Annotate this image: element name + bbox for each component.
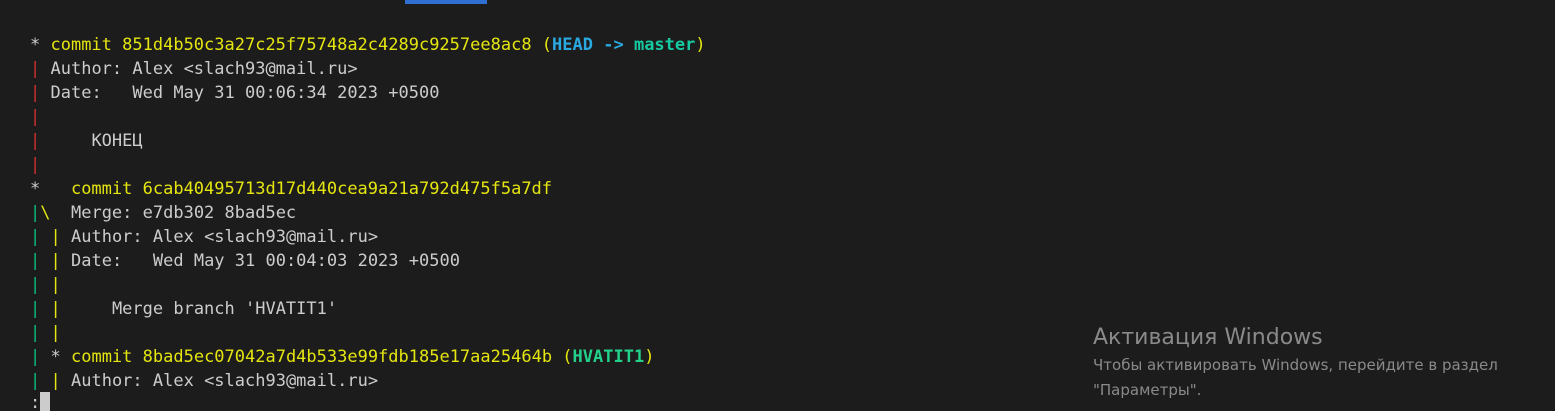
text-cursor xyxy=(40,392,51,411)
commit-label: commit xyxy=(50,35,112,55)
commit-message: КОНЕЦ xyxy=(91,131,143,151)
merge-value: e7db302 8bad5ec xyxy=(142,203,297,223)
author-line: | | Author: Alex <slach93@mail.ru> xyxy=(30,225,378,249)
author-line: | Author: Alex <slach93@mail.ru> xyxy=(30,57,358,81)
graph-line: | | xyxy=(30,321,61,345)
merge-line: |\ Merge: e7db302 8bad5ec xyxy=(30,201,296,225)
graph-edge: | xyxy=(30,371,41,391)
date-label: Date: xyxy=(71,251,153,271)
graph-edge: | xyxy=(30,83,41,103)
graph-edge: | xyxy=(30,131,41,151)
commit-header-line: * commit 6cab40495713d17d440cea9a21a792d… xyxy=(30,177,552,201)
date-line: | | Date: Wed May 31 00:04:03 2023 +0500 xyxy=(30,249,460,273)
head-ref: HEAD -> xyxy=(552,35,624,55)
prompt-colon: : xyxy=(30,393,41,411)
active-tab-indicator xyxy=(405,0,487,4)
date-value: Wed May 31 00:06:34 2023 +0500 xyxy=(132,83,440,103)
graph-node: * xyxy=(30,35,51,55)
graph-line: | xyxy=(30,153,40,177)
graph-edge: | xyxy=(50,371,61,391)
graph-edge: \ xyxy=(40,203,51,223)
author-value: Alex <slach93@mail.ru> xyxy=(152,371,379,391)
graph-edge: | xyxy=(30,227,41,247)
graph-edge: | xyxy=(30,107,41,127)
commit-header-line: * commit 851d4b50c3a27c25f75748a2c4289c9… xyxy=(30,35,706,55)
commit-message: Merge branch 'HVATIT1' xyxy=(111,299,338,319)
author-label: Author: xyxy=(71,371,153,391)
author-value: Alex <slach93@mail.ru> xyxy=(132,59,358,79)
author-value: Alex <slach93@mail.ru> xyxy=(152,227,379,247)
terminal-window[interactable]: * commit 851d4b50c3a27c25f75748a2c4289c9… xyxy=(0,0,1555,411)
graph-edge: | xyxy=(30,299,41,319)
commit-label: commit xyxy=(70,347,133,367)
message-line: | КОНЕЦ xyxy=(30,129,143,153)
graph-edge: | xyxy=(30,275,41,295)
watermark-title: Активация Windows xyxy=(1093,325,1323,350)
graph-edge: | xyxy=(30,59,41,79)
graph-edge: | xyxy=(50,323,61,343)
pager-prompt[interactable]: : xyxy=(30,391,51,411)
graph-node: * xyxy=(30,179,71,199)
date-line: | Date: Wed May 31 00:06:34 2023 +0500 xyxy=(30,81,439,105)
message-line: | | Merge branch 'HVATIT1' xyxy=(30,297,337,321)
graph-edge: | xyxy=(50,227,61,247)
graph-edge: | xyxy=(30,323,41,343)
merge-label: Merge: xyxy=(70,203,143,223)
graph-edge: | xyxy=(50,299,61,319)
date-value: Wed May 31 00:04:03 2023 +0500 xyxy=(152,251,460,271)
graph-edge: | xyxy=(30,203,41,223)
graph-line: | | xyxy=(30,273,61,297)
graph-edge: | xyxy=(30,155,41,175)
commit-hash[interactable]: 6cab40495713d17d440cea9a21a792d475f5a7df xyxy=(143,179,552,199)
graph-node: * xyxy=(50,347,71,367)
commit-hash[interactable]: 851d4b50c3a27c25f75748a2c4289c9257ee8ac8 xyxy=(122,35,531,55)
commit-header-line: | * commit 8bad5ec07042a7d4b533e99fdb185… xyxy=(30,347,655,367)
graph-line: | xyxy=(30,105,40,129)
watermark-line-1: Чтобы активировать Windows, перейдите в … xyxy=(1093,356,1498,374)
graph-edge: | xyxy=(50,251,61,271)
graph-edge: | xyxy=(30,347,41,367)
graph-edge: | xyxy=(30,251,41,271)
branch-ref: HVATIT1 xyxy=(572,347,645,367)
author-line: | | Author: Alex <slach93@mail.ru> xyxy=(30,369,378,393)
author-label: Author: xyxy=(71,227,153,247)
windows-activation-watermark: Активация Windows Чтобы активировать Win… xyxy=(1093,323,1498,403)
commit-hash[interactable]: 8bad5ec07042a7d4b533e99fdb185e17aa25464b xyxy=(143,347,552,367)
date-label: Date: xyxy=(50,83,133,103)
commit-label: commit xyxy=(70,179,133,199)
graph-edge: | xyxy=(50,275,61,295)
branch-ref: master xyxy=(633,35,696,55)
author-label: Author: xyxy=(50,59,133,79)
watermark-line-2: "Параметры". xyxy=(1093,381,1202,399)
